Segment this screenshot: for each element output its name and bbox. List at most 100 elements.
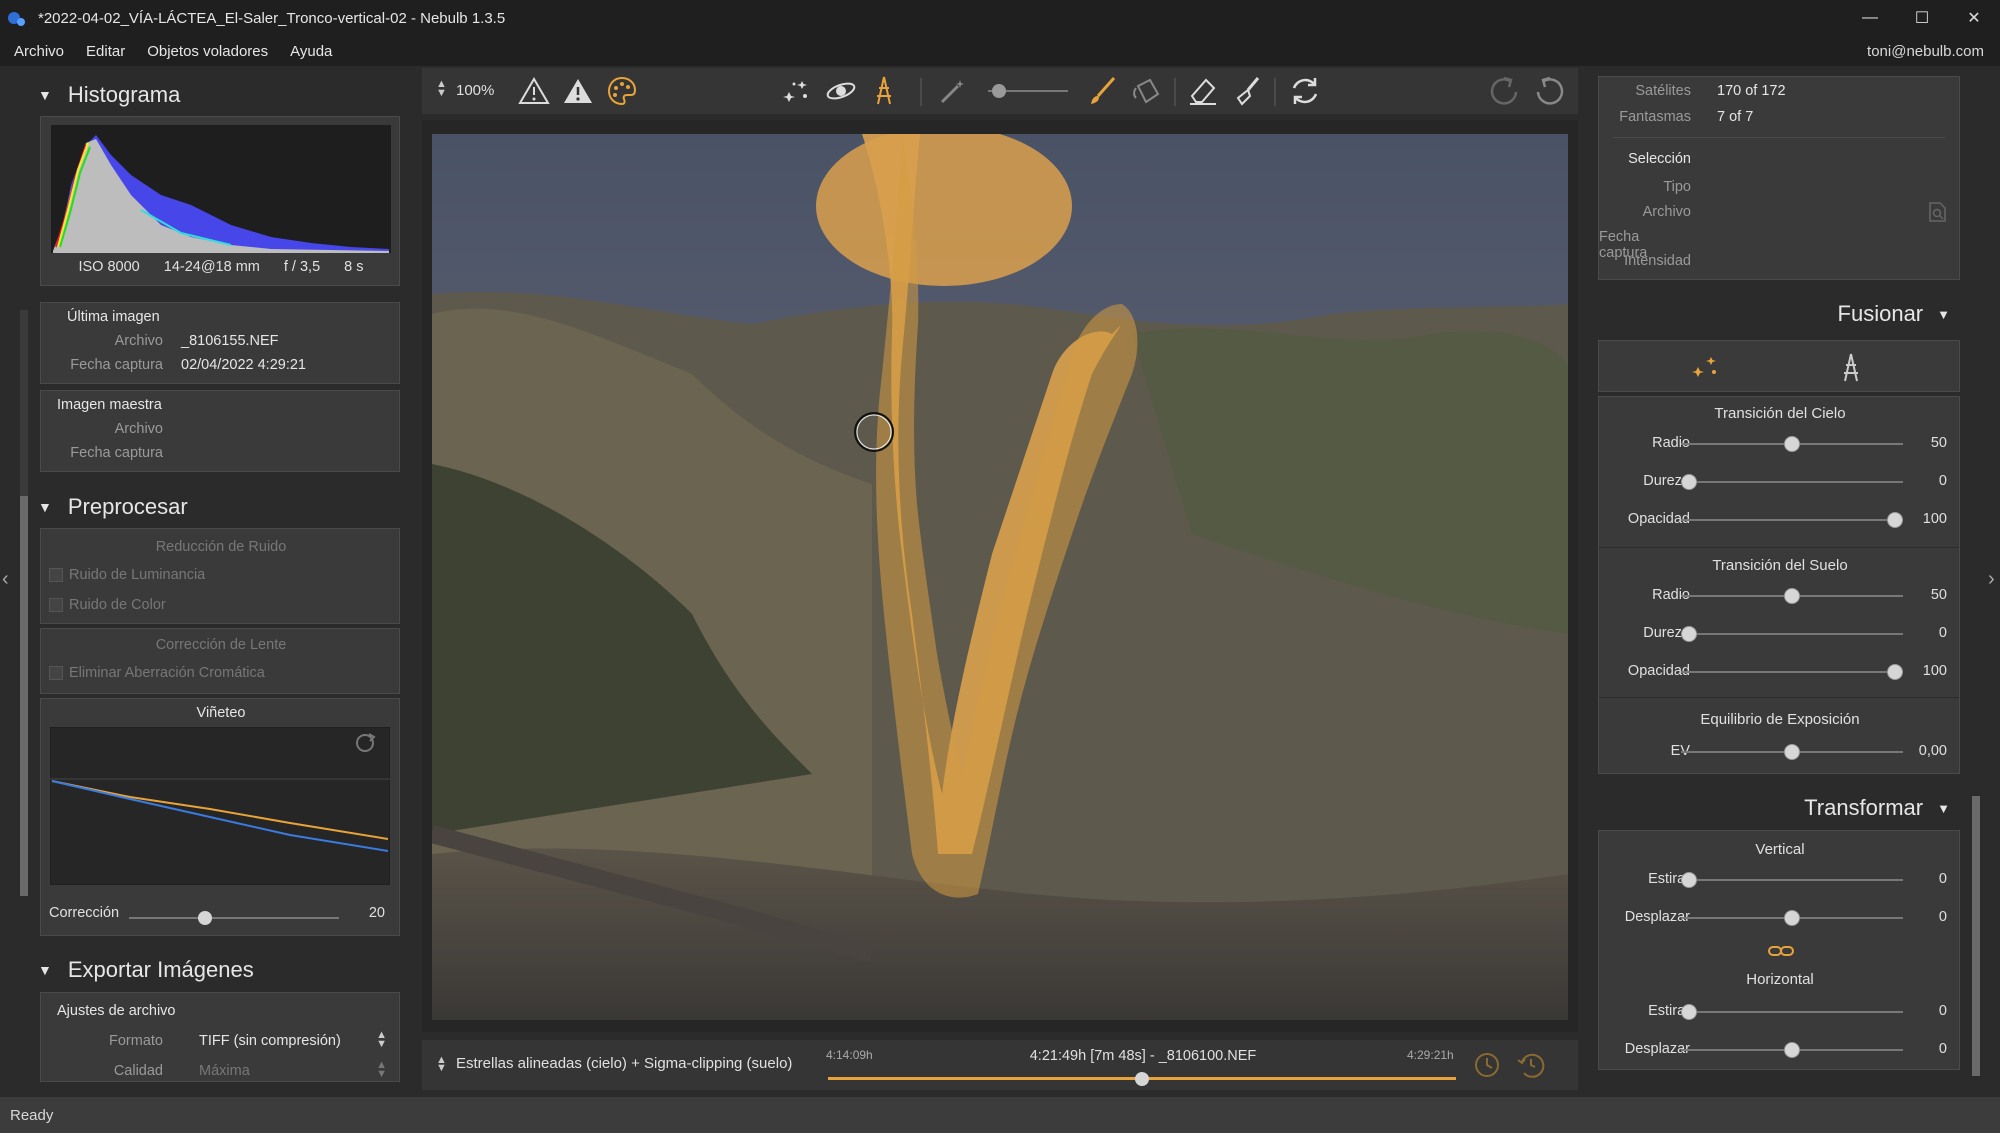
slider-knob[interactable] xyxy=(1784,436,1800,452)
slider-knob[interactable] xyxy=(1681,872,1697,888)
lens-correction-title: Corrección de Lente xyxy=(155,637,287,653)
warning-filled-icon[interactable] xyxy=(562,76,594,106)
satellite-icon[interactable] xyxy=(824,76,858,106)
timeline-knob[interactable] xyxy=(1135,1072,1149,1086)
link-icon[interactable] xyxy=(1767,943,1795,959)
mode-spinner-icon[interactable]: ▲ ▼ xyxy=(436,1055,447,1074)
zoom-spinner-icon[interactable]: ▲ ▼ xyxy=(436,79,447,99)
fusion-header[interactable]: Fusionar ▼ xyxy=(1598,296,1960,332)
timeline-slider[interactable] xyxy=(828,1072,1456,1086)
luminance-noise-checkbox[interactable]: Ruido de Luminancia xyxy=(49,567,205,583)
histogram-iso: ISO 8000 xyxy=(78,259,140,275)
slider-knob[interactable] xyxy=(1681,626,1697,642)
ground-person-icon[interactable] xyxy=(868,74,900,108)
sky-opacity-slider[interactable]: Opacidad 100 xyxy=(1599,505,1961,533)
status-text: Ready xyxy=(10,1106,54,1124)
magic-wand-icon[interactable] xyxy=(936,76,968,106)
satellites-label: Satélites xyxy=(1635,83,1691,99)
selection-panel: Satélites 170 of 172 Fantasmas 7 of 7 Se… xyxy=(1598,76,1960,280)
last-image-date-label: Fecha captura xyxy=(70,357,163,373)
slider-knob[interactable] xyxy=(1887,664,1903,680)
noise-reduction-panel: Reducción de Ruido Ruido de Luminancia R… xyxy=(40,528,400,624)
sky-transition-title: Transición del Cielo xyxy=(1714,405,1846,422)
correction-slider[interactable] xyxy=(129,911,339,925)
ev-slider[interactable]: EV 0,00 xyxy=(1599,737,1961,765)
exposure-balance-title: Equilibrio de Exposición xyxy=(1700,711,1860,728)
right-scrollbar[interactable] xyxy=(1972,796,1980,1076)
export-panel: Ajustes de archivo Formato TIFF (sin com… xyxy=(40,992,400,1082)
format-select[interactable]: TIFF (sin compresión) xyxy=(199,1033,341,1049)
chromatic-aberration-checkbox[interactable]: Eliminar Aberración Cromática xyxy=(49,665,265,681)
ground-transition-title: Transición del Suelo xyxy=(1712,557,1848,574)
stack-mode-select[interactable]: Estrellas alineadas (cielo) + Sigma-clip… xyxy=(456,1055,792,1072)
ghosts-label: Fantasmas xyxy=(1619,109,1691,125)
slider-knob[interactable] xyxy=(1681,1004,1697,1020)
quality-spinner-icon[interactable]: ▲ ▼ xyxy=(376,1060,387,1080)
collapse-left-icon[interactable]: ‹ xyxy=(2,568,9,591)
selection-file-label: Archivo xyxy=(1642,204,1691,220)
collapse-right-icon[interactable]: › xyxy=(1988,568,1995,591)
vertical-stretch-slider[interactable]: Estirar 0 xyxy=(1599,865,1961,893)
ground-opacity-slider[interactable]: Opacidad 100 xyxy=(1599,657,1961,685)
slider-knob[interactable] xyxy=(1784,588,1800,604)
sky-radius-slider[interactable]: Radio 50 xyxy=(1599,429,1961,457)
preprocess-header[interactable]: ▼ Preprocesar xyxy=(30,489,402,525)
undo-icon[interactable] xyxy=(1532,74,1566,108)
histogram-chart xyxy=(51,125,391,253)
histogram-aperture: f / 3,5 xyxy=(283,259,321,275)
histogram-header[interactable]: ▼ Histograma xyxy=(30,77,402,113)
close-button[interactable]: ✕ xyxy=(1948,0,2000,36)
maximize-button[interactable]: ☐ xyxy=(1896,0,1948,36)
minimize-button[interactable]: — xyxy=(1844,0,1896,36)
clock-reset-icon[interactable] xyxy=(1516,1050,1546,1080)
toolbar: ▲ ▼ 100% xyxy=(422,68,1578,114)
menu-ayuda[interactable]: Ayuda xyxy=(282,43,340,60)
transform-header[interactable]: Transformar ▼ xyxy=(1598,790,1960,826)
export-header[interactable]: ▼ Exportar Imágenes xyxy=(30,952,402,988)
palette-icon[interactable] xyxy=(606,75,638,107)
transform-panel: Vertical Estirar 0 Desplazar 0 Horizontal … xyxy=(1598,830,1960,1070)
brush-icon[interactable] xyxy=(1086,74,1118,108)
menu-objetos-voladores[interactable]: Objetos voladores xyxy=(139,43,276,60)
stars-icon[interactable] xyxy=(780,76,812,106)
stars-mode-icon[interactable] xyxy=(1689,353,1721,383)
slider-knob[interactable] xyxy=(1784,744,1800,760)
vignette-title: Viñeteo xyxy=(196,705,246,721)
intensity-label: Intensidad xyxy=(1624,253,1691,269)
zoom-level[interactable]: 100% xyxy=(456,82,494,99)
fill-bucket-icon[interactable] xyxy=(1130,74,1162,108)
ground-hardness-slider[interactable]: Dureza 0 xyxy=(1599,619,1961,647)
sky-hardness-slider[interactable]: Dureza 0 xyxy=(1599,467,1961,495)
ground-mode-icon[interactable] xyxy=(1835,351,1867,385)
horizontal-stretch-slider[interactable]: Estirar 0 xyxy=(1599,997,1961,1025)
correction-label: Corrección xyxy=(49,905,120,921)
menu-editar[interactable]: Editar xyxy=(78,43,133,60)
slider-knob[interactable] xyxy=(1784,1042,1800,1058)
clock-start-icon[interactable] xyxy=(1472,1050,1502,1080)
slider-knob[interactable] xyxy=(1784,910,1800,926)
color-noise-checkbox[interactable]: Ruido de Color xyxy=(49,597,166,613)
locate-file-icon[interactable] xyxy=(1927,201,1947,223)
vertical-shift-slider[interactable]: Desplazar 0 xyxy=(1599,903,1961,931)
ground-radius-slider[interactable]: Radio 50 xyxy=(1599,581,1961,609)
slider-knob[interactable] xyxy=(1887,512,1903,528)
quality-select[interactable]: Máxima xyxy=(199,1063,250,1079)
refresh-icon[interactable] xyxy=(1288,74,1322,108)
warning-outline-icon[interactable] xyxy=(518,76,550,106)
slider-knob[interactable] xyxy=(197,911,212,925)
eraser-icon[interactable] xyxy=(1186,74,1220,108)
menu-archivo[interactable]: Archivo xyxy=(6,43,72,60)
noise-reduction-title: Reducción de Ruido xyxy=(155,539,287,555)
redo-icon[interactable] xyxy=(1488,74,1522,108)
brush-size-slider[interactable] xyxy=(988,84,1068,98)
type-label: Tipo xyxy=(1663,179,1691,195)
slider-knob[interactable] xyxy=(1681,474,1697,490)
clear-brush-icon[interactable] xyxy=(1230,74,1264,108)
left-scrollbar[interactable] xyxy=(20,310,28,896)
user-account[interactable]: toni@nebulb.com xyxy=(1867,43,1984,60)
selection-title: Selección xyxy=(1628,151,1691,167)
format-spinner-icon[interactable]: ▲ ▼ xyxy=(376,1030,387,1050)
photo-preview[interactable] xyxy=(432,134,1568,1020)
image-canvas[interactable] xyxy=(422,120,1578,1032)
horizontal-shift-slider[interactable]: Desplazar 0 xyxy=(1599,1035,1961,1063)
